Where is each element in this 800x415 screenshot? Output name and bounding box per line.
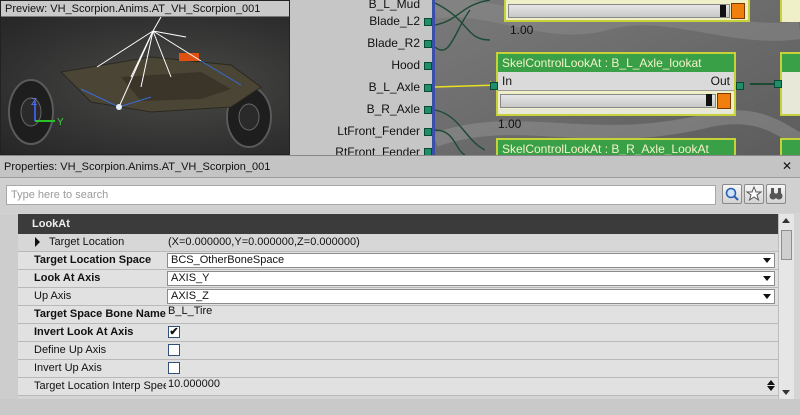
property-name: Target Location Interp Speed [34, 380, 166, 392]
output-pin[interactable] [424, 106, 432, 114]
pin-column-divider [432, 0, 435, 155]
search-input[interactable] [6, 185, 716, 205]
property-name: Define Up Axis [34, 344, 107, 356]
property-row-target-location[interactable]: Target Location (X=0.000000,Y=0.000000,Z… [18, 234, 778, 252]
invert-up-axis-checkbox[interactable] [168, 362, 180, 374]
node-weight-value: 1.00 [498, 117, 522, 131]
search-row [0, 179, 800, 213]
preview-title: Preview: VH_Scorpion.Anims.AT_VH_Scorpio… [1, 1, 289, 17]
target-location-space-dropdown[interactable]: BCS_OtherBoneSpace [167, 253, 775, 268]
skelcontrol-node-left-axle[interactable]: SkelControlLookAt : B_L_Axle_lookat In O… [496, 52, 736, 116]
node-partial-right-bottom[interactable] [780, 138, 800, 155]
category-header-lookat[interactable]: LookAt [18, 214, 778, 234]
property-name: Target Location Space [34, 254, 152, 266]
pin-label: B_L_Mud [368, 0, 420, 11]
properties-gutter [0, 214, 18, 399]
property-name: Look At Axis [34, 272, 101, 284]
property-row-look-at-axis[interactable]: Look At Axis AXIS_Y [18, 270, 778, 288]
find-options-button[interactable] [766, 184, 786, 204]
input-pin[interactable] [774, 80, 782, 88]
properties-scrollbar[interactable] [778, 214, 794, 399]
bone-pin-list: B_L_Mud Blade_L2 Blade_R2 Hood B_L_Axle … [290, 0, 432, 155]
node-title: SkelControlLookAt : B_R_Axle_LookAt [498, 140, 734, 155]
output-pin[interactable] [424, 62, 432, 70]
dropdown-arrow-icon [763, 294, 771, 299]
property-row-target-space-bone-name[interactable]: Target Space Bone Name B_L_Tire [18, 303, 778, 324]
output-pin[interactable] [424, 18, 432, 26]
look-at-axis-dropdown[interactable]: AXIS_Y [167, 271, 775, 286]
vehicle-render [8, 16, 272, 148]
node-out-pin[interactable] [736, 82, 744, 90]
pin-label: RtFront_Fender [335, 145, 420, 155]
slider-handle[interactable] [706, 94, 712, 106]
properties-footer [0, 399, 800, 415]
scroll-down-icon[interactable] [782, 390, 790, 395]
define-up-axis-checkbox[interactable] [168, 344, 180, 356]
invert-look-at-axis-checkbox[interactable]: ✔ [168, 326, 180, 338]
property-value: (X=0.000000,Y=0.000000,Z=0.000000) [168, 236, 360, 248]
node-partial-right-top[interactable] [780, 0, 800, 22]
node-in-pin[interactable] [490, 82, 498, 90]
axis-y-label: Y [57, 117, 64, 128]
property-name: Target Space Bone Name [34, 308, 166, 320]
property-row-define-up-axis[interactable]: Define Up Axis [18, 342, 778, 360]
pin-label: B_L_Axle [368, 80, 420, 94]
pin-label: Blade_L2 [369, 14, 420, 28]
output-pin[interactable] [424, 148, 432, 155]
output-pin[interactable] [424, 40, 432, 48]
dropdown-value: AXIS_Z [171, 290, 209, 302]
pin-label: Blade_R2 [367, 36, 420, 50]
target-space-bone-name-field[interactable]: B_L_Tire [166, 303, 778, 320]
properties-title: Properties: VH_Scorpion.Anims.AT_VH_Scor… [0, 156, 800, 178]
node-weight-slider-top[interactable] [504, 0, 750, 22]
pin-label: LtFront_Fender [337, 124, 420, 138]
favorite-button[interactable] [744, 184, 764, 204]
dropdown-arrow-icon [763, 258, 771, 263]
node-weight-value-top: 1.00 [510, 23, 534, 37]
node-out-label: Out [710, 74, 730, 88]
node-weight-slider[interactable] [498, 90, 734, 109]
preview-viewport[interactable]: Z Y [1, 16, 289, 154]
property-name: Up Axis [34, 290, 72, 302]
node-io-row: In Out [498, 72, 734, 90]
node-partial-right[interactable] [780, 52, 800, 116]
skelcontrol-node-right-axle[interactable]: SkelControlLookAt : B_R_Axle_LookAt [496, 138, 736, 155]
slider-orange-button[interactable] [717, 93, 731, 109]
node-in-label: In [502, 74, 513, 88]
scroll-thumb[interactable] [781, 230, 792, 260]
slider-orange-button[interactable] [731, 3, 745, 19]
property-row-target-location-interp-speed[interactable]: Target Location Interp Speed 10.000000 [18, 378, 778, 396]
output-pin[interactable] [424, 128, 432, 136]
pin-label: Hood [391, 58, 420, 72]
close-icon[interactable]: ✕ [782, 159, 792, 173]
star-icon [745, 185, 763, 202]
binoculars-icon [769, 188, 783, 200]
property-name: Invert Up Axis [34, 362, 102, 374]
dropdown-value: BCS_OtherBoneSpace [171, 254, 285, 266]
property-row-invert-look-at-axis[interactable]: Invert Look At Axis ✔ [18, 324, 778, 342]
property-name: Invert Look At Axis [34, 326, 134, 338]
dropdown-arrow-icon [763, 276, 771, 281]
scroll-up-icon[interactable] [782, 218, 790, 223]
interp-speed-field[interactable]: 10.000000 [166, 376, 778, 393]
pin-label: B_R_Axle [366, 102, 420, 116]
interp-speed-spinner[interactable] [766, 379, 775, 394]
preview-panel: Preview: VH_Scorpion.Anims.AT_VH_Scorpio… [0, 0, 290, 155]
property-name: Target Location [49, 236, 125, 248]
up-axis-dropdown[interactable]: AXIS_Z [167, 289, 775, 304]
node-title: SkelControlLookAt : B_L_Axle_lookat [498, 54, 734, 72]
property-row-target-location-space[interactable]: Target Location Space BCS_OtherBoneSpace [18, 252, 778, 270]
axis-z-label: Z [31, 97, 38, 108]
anim-graph-panel[interactable]: B_L_Mud Blade_L2 Blade_R2 Hood B_L_Axle … [290, 0, 800, 155]
properties-panel: Properties: VH_Scorpion.Anims.AT_VH_Scor… [0, 155, 800, 415]
output-pin[interactable] [424, 84, 432, 92]
dropdown-value: AXIS_Y [171, 272, 210, 284]
slider-handle[interactable] [720, 5, 726, 17]
search-button[interactable] [722, 184, 742, 204]
magnifier-icon [725, 187, 739, 201]
